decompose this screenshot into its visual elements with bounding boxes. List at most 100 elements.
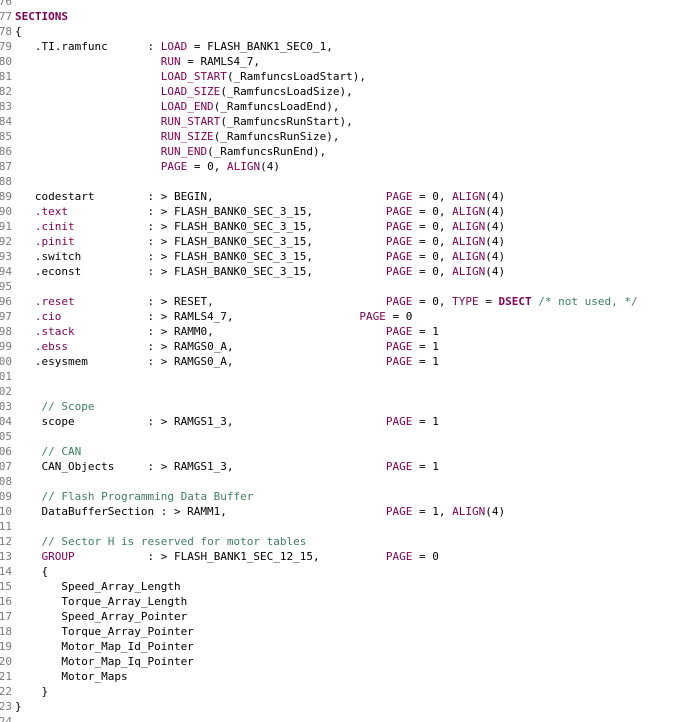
code-editor[interactable]: 76 77 SECTIONS 78{79 .TI.ramfunc : LOAD = F… <box>0 0 688 722</box>
code-line[interactable]: 103 // Scope <box>0 399 688 414</box>
code-line[interactable]: 95 <box>0 279 688 294</box>
code-line[interactable]: 78{ <box>0 24 688 39</box>
code-line[interactable]: 99 .ebss : > RAMGS0_A, PAGE = 1 <box>0 339 688 354</box>
code-line[interactable]: 96 .reset : > RESET, PAGE = 0, TYPE = DS… <box>0 294 688 309</box>
code-line[interactable]: 93 .switch : > FLASH_BANK0_SEC_3_15, PAG… <box>0 249 688 264</box>
code-keyword: LOAD_SIZE <box>160 85 221 98</box>
code-line[interactable]: 89 codestart : > BEGIN, PAGE = 0, ALIGN(… <box>0 189 688 204</box>
code-token: = 1 <box>412 460 439 473</box>
code-line[interactable]: 90 .text : > FLASH_BANK0_SEC_3_15, PAGE … <box>0 204 688 219</box>
code-line[interactable]: 124 <box>0 714 688 722</box>
line-number: 107 <box>0 460 12 473</box>
line-number: 115 <box>0 580 12 593</box>
code-line[interactable]: 122 } <box>0 684 688 699</box>
code-line[interactable]: 79 .TI.ramfunc : LOAD = FLASH_BANK1_SEC0… <box>0 39 688 54</box>
code-text: // Flash Programming Data Buffer <box>12 489 254 504</box>
code-keyword: PAGE <box>385 505 413 518</box>
code-line[interactable]: 98 .stack : > RAMM0, PAGE = 1 <box>0 324 688 339</box>
line-number: 109 <box>0 490 12 503</box>
code-text: .reset : > RESET, PAGE = 0, TYPE = DSECT… <box>12 294 638 309</box>
code-token: = 0, <box>412 235 453 248</box>
line-number: 82 <box>0 85 12 98</box>
code-text: .cio : > RAMLS4_7, PAGE = 0 <box>12 309 413 324</box>
code-line[interactable]: 105 <box>0 429 688 444</box>
code-token: } <box>15 700 22 713</box>
code-line[interactable]: 111 <box>0 519 688 534</box>
code-text: .econst : > FLASH_BANK0_SEC_3_15, PAGE =… <box>12 264 505 279</box>
code-line[interactable]: 87 PAGE = 0, ALIGN(4) <box>0 159 688 174</box>
line-number: 94 <box>0 265 12 278</box>
code-line[interactable]: 102 <box>0 384 688 399</box>
code-line[interactable]: 115 Speed_Array_Length <box>0 579 688 594</box>
code-line[interactable]: 107 CAN_Objects : > RAMGS1_3, PAGE = 1 <box>0 459 688 474</box>
line-number: 119 <box>0 640 12 653</box>
code-line[interactable]: 108 <box>0 474 688 489</box>
code-keyword: PAGE <box>359 310 386 323</box>
code-token: = 0, <box>412 190 453 203</box>
code-line[interactable]: 101 <box>0 369 688 384</box>
code-line[interactable]: 121 Motor_Maps <box>0 669 688 684</box>
code-line[interactable]: 100 .esysmem : > RAMGS0_A, PAGE = 1 <box>0 354 688 369</box>
code-keyword: SECTIONS <box>15 10 68 23</box>
code-line[interactable]: 85 RUN_SIZE(_RamfuncsRunSize), <box>0 129 688 144</box>
code-keyword: .cinit <box>34 220 75 233</box>
code-line[interactable]: 86 RUN_END(_RamfuncsRunEnd), <box>0 144 688 159</box>
code-text: RUN = RAMLS4_7, <box>12 54 260 69</box>
code-token: .TI.ramfunc : <box>15 40 161 53</box>
code-token: : > FLASH_BANK0_SEC_3_15, <box>68 205 386 218</box>
code-line[interactable]: 97 .cio : > RAMLS4_7, PAGE = 0 <box>0 309 688 324</box>
line-number: 121 <box>0 670 12 683</box>
code-line[interactable]: 91 .cinit : > FLASH_BANK0_SEC_3_15, PAGE… <box>0 219 688 234</box>
code-text: // Scope <box>12 399 95 414</box>
code-line[interactable]: 104 scope : > RAMGS1_3, PAGE = 1 <box>0 414 688 429</box>
code-line[interactable]: 117 Speed_Array_Pointer <box>0 609 688 624</box>
code-line[interactable]: 83 LOAD_END(_RamfuncsLoadEnd), <box>0 99 688 114</box>
line-number: 122 <box>0 685 12 698</box>
code-line[interactable]: 92 .pinit : > FLASH_BANK0_SEC_3_15, PAGE… <box>0 234 688 249</box>
code-line[interactable]: 120 Motor_Map_Iq_Pointer <box>0 654 688 669</box>
code-line[interactable]: 81 LOAD_START(_RamfuncsLoadStart), <box>0 69 688 84</box>
code-text: PAGE = 0, ALIGN(4) <box>12 159 280 174</box>
code-keyword: LOAD_START <box>160 70 227 83</box>
code-line[interactable]: 116 Torque_Array_Length <box>0 594 688 609</box>
code-line[interactable]: 106 // CAN <box>0 444 688 459</box>
code-line[interactable]: 88 <box>0 174 688 189</box>
code-text: SECTIONS <box>12 9 68 24</box>
code-comment: // Sector H is reserved for motor tables <box>41 535 307 548</box>
code-keyword: .cio <box>34 310 62 323</box>
code-text: RUN_END(_RamfuncsRunEnd), <box>12 144 327 159</box>
code-line[interactable]: 112 // Sector H is reserved for motor ta… <box>0 534 688 549</box>
line-number: 102 <box>0 385 12 398</box>
code-line[interactable]: 119 Motor_Map_Id_Pointer <box>0 639 688 654</box>
code-line[interactable]: 110 DataBufferSection : > RAMM1, PAGE = … <box>0 504 688 519</box>
line-number: 124 <box>0 715 12 722</box>
line-number: 112 <box>0 535 12 548</box>
code-line[interactable]: 113 GROUP : > FLASH_BANK1_SEC_12_15, PAG… <box>0 549 688 564</box>
line-number: 86 <box>0 145 12 158</box>
code-keyword: PAGE <box>385 250 413 263</box>
code-text: // Sector H is reserved for motor tables <box>12 534 307 549</box>
code-line[interactable]: 109 // Flash Programming Data Buffer <box>0 489 688 504</box>
code-line[interactable]: 76 <box>0 0 688 9</box>
code-line[interactable]: 118 Torque_Array_Pointer <box>0 624 688 639</box>
code-token: = <box>478 295 499 308</box>
code-token: = 1, <box>412 505 453 518</box>
code-line[interactable]: 114 { <box>0 564 688 579</box>
code-line[interactable]: 84 RUN_START(_RamfuncsRunStart), <box>0 114 688 129</box>
code-text: .cinit : > FLASH_BANK0_SEC_3_15, PAGE = … <box>12 219 505 234</box>
code-line[interactable]: 94 .econst : > FLASH_BANK0_SEC_3_15, PAG… <box>0 264 688 279</box>
code-line[interactable]: 80 RUN = RAMLS4_7, <box>0 54 688 69</box>
code-keyword: ALIGN <box>452 250 486 263</box>
code-token: : > RAMM0, <box>74 325 386 338</box>
code-line[interactable]: 77 SECTIONS <box>0 9 688 24</box>
code-line[interactable]: 82 LOAD_SIZE(_RamfuncsLoadSize), <box>0 84 688 99</box>
code-line[interactable]: 123} <box>0 699 688 714</box>
